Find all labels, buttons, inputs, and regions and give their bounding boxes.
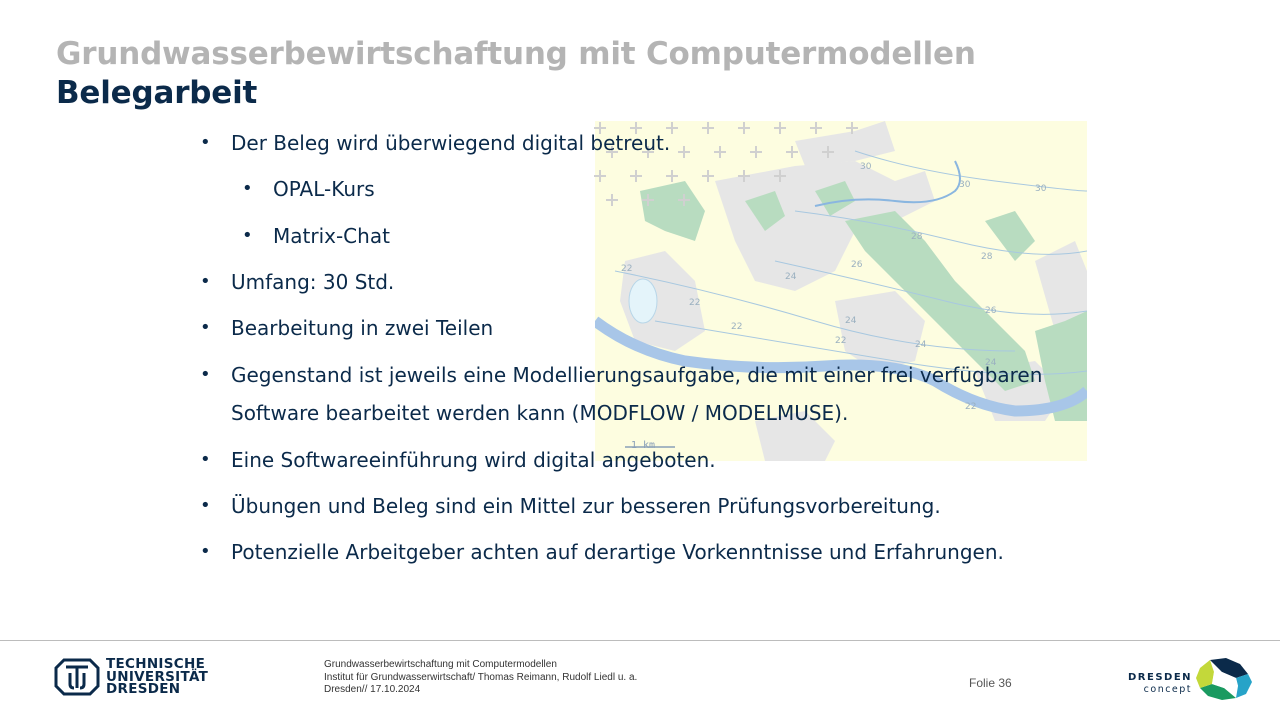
bullet-marker: • [200, 317, 211, 338]
bullet-marker: • [200, 364, 211, 385]
bullet-list: • Der Beleg wird überwiegend digital betr… [0, 0, 1280, 640]
dresden-concept-line1: DRESDEN [1128, 672, 1193, 683]
bullet-marker: • [242, 178, 253, 199]
dresden-concept-text: DRESDEN concept [1128, 672, 1192, 695]
tu-dresden-logo-icon [54, 658, 100, 696]
footer-place-date: Dresden// 17.10.2024 [324, 684, 421, 695]
bullet-text: Potenzielle Arbeitgeber achten auf derar… [231, 540, 1004, 564]
bullet-text: Gegenstand ist jeweils eine Modellierung… [231, 363, 1043, 387]
university-line: DRESDEN [106, 681, 181, 697]
footer-course: Grundwasserbewirtschaftung mit Computerm… [324, 659, 557, 670]
bullet-text: Der Beleg wird überwiegend digital betre… [231, 131, 671, 155]
bullet-marker: • [200, 271, 211, 292]
dresden-concept-line2: concept [1143, 684, 1193, 695]
bullet-marker: • [242, 225, 253, 246]
slide-number: Folie 36 [969, 676, 1012, 690]
bullet-marker: • [200, 449, 211, 470]
bullet-marker: • [200, 495, 211, 516]
sub-bullet-text: OPAL-Kurs [273, 177, 375, 201]
bullet-text: Umfang: 30 Std. [231, 270, 395, 294]
footer-divider [0, 640, 1280, 641]
bullet-text: Software bearbeitet werden kann (MODFLOW… [231, 401, 849, 425]
footer-info: Grundwasserbewirtschaftung mit Computerm… [324, 659, 637, 697]
dresden-concept-logo-icon [1196, 658, 1252, 700]
bullet-text: Eine Softwareeinführung wird digital ang… [231, 448, 716, 472]
bullet-text: Übungen und Beleg sind ein Mittel zur be… [231, 494, 941, 518]
bullet-marker: • [200, 132, 211, 153]
footer-institute: Institut für Grundwasserwirtschaft/ Thom… [324, 671, 638, 683]
bullet-text: Bearbeitung in zwei Teilen [231, 316, 494, 340]
sub-bullet-text: Matrix-Chat [273, 224, 390, 248]
university-name: TECHNISCHE UNIVERSITÄT DRESDEN [106, 658, 208, 696]
bullet-marker: • [200, 541, 211, 562]
